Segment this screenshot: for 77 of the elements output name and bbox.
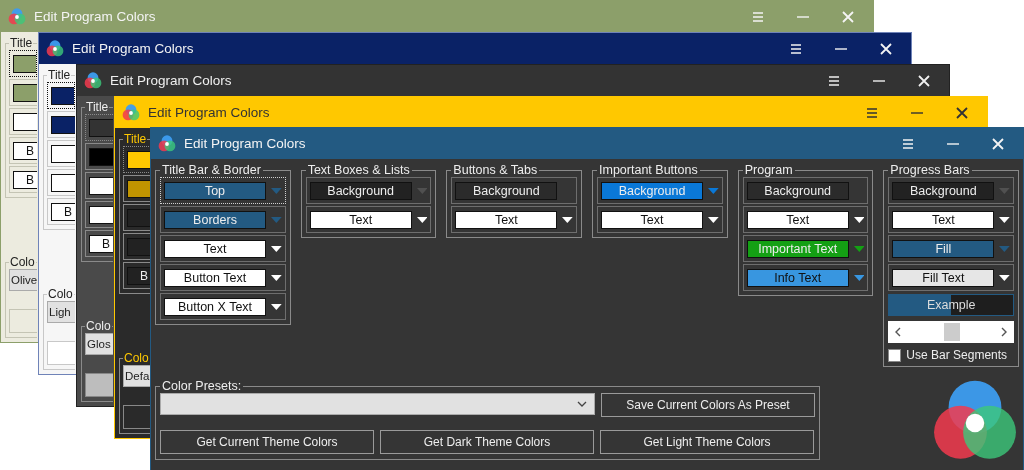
checkbox[interactable] [888, 348, 902, 362]
color-swatch-button[interactable]: Text [164, 239, 266, 258]
menu-icon[interactable] [866, 106, 878, 119]
color-swatch-button[interactable]: Button X Text [164, 297, 266, 316]
scrollbar-drawing[interactable] [888, 321, 1015, 343]
color-swatch-button[interactable]: B [13, 141, 37, 160]
theme-colors-button[interactable]: Get Light Theme Colors [600, 430, 814, 454]
color-swatch-button[interactable]: B [89, 234, 113, 253]
color-swatch-button[interactable]: Info Text [746, 268, 849, 287]
theme-colors-button[interactable]: Get Dark Theme Colors [380, 430, 594, 454]
group-label: Title [9, 36, 34, 50]
close-icon[interactable] [956, 106, 968, 119]
dropdown-arrow-icon[interactable] [708, 216, 719, 223]
group-label: Title Bar & Border [161, 163, 262, 177]
color-swatch-button[interactable]: Background [892, 181, 995, 200]
overlapping-circles-icon [158, 134, 176, 153]
color-swatch-button[interactable]: Background [601, 181, 703, 200]
title-bar[interactable]: Edit Program Colors [39, 33, 911, 64]
group-label: Important Buttons [598, 163, 699, 177]
color-swatch-button[interactable]: Text [601, 210, 703, 229]
dropdown-arrow-icon[interactable] [271, 274, 282, 281]
save-preset-button[interactable]: Save Current Colors As Preset [601, 393, 815, 417]
preset-dropdown[interactable]: Olive [9, 269, 37, 291]
dropdown-arrow-icon[interactable] [562, 216, 573, 223]
chevron-down-icon[interactable] [577, 401, 587, 407]
preset-dropdown[interactable]: Ligh [47, 301, 75, 323]
progress-label: Example [925, 298, 977, 312]
group-label: Colo [123, 351, 150, 365]
dropdown-arrow-icon[interactable] [999, 274, 1011, 281]
color-swatch-button[interactable]: Button Text [164, 268, 266, 287]
preset-dropdown[interactable]: Defa [123, 365, 151, 387]
preset-button[interactable] [123, 405, 151, 429]
group-label: Title [47, 68, 72, 82]
window-title: Edit Program Colors [34, 9, 157, 24]
color-swatch-button[interactable]: Background [455, 181, 558, 200]
color-swatch-button[interactable]: Background [309, 181, 412, 200]
group-label: Title [123, 132, 148, 146]
group-label: Progress Bars [889, 163, 971, 177]
color-swatch-button[interactable]: B [51, 202, 75, 221]
group-label: Program [743, 163, 794, 177]
window-title: Edit Program Colors [148, 105, 271, 120]
group-label: Title [85, 100, 110, 114]
group-label: Color Presets: [161, 379, 243, 393]
title-bar[interactable]: Edit Program Colors [151, 128, 1023, 159]
overlapping-circles-icon [122, 103, 140, 122]
dropdown-arrow-icon[interactable] [853, 216, 865, 223]
window-title: Edit Program Colors [184, 136, 307, 151]
color-swatch-button[interactable]: Borders [164, 210, 266, 229]
color-swatch-button[interactable]: Text [455, 210, 558, 229]
title-bar[interactable]: Edit Program Colors [77, 65, 949, 96]
color-swatch-button[interactable]: Text [746, 210, 849, 229]
color-swatch-button[interactable]: B [127, 266, 151, 285]
overlapping-circles-icon [46, 39, 64, 58]
color-swatch-button[interactable]: Background [746, 181, 849, 200]
color-swatch-button[interactable]: Fill Text [892, 268, 995, 287]
color-swatch-button[interactable]: Fill [892, 239, 995, 258]
color-swatch-button[interactable]: B [13, 170, 37, 189]
theme-colors-button[interactable]: Get Current Theme Colors [160, 430, 374, 454]
overlapping-circles-icon [8, 7, 26, 26]
group-label: Colo [9, 255, 36, 269]
preset-dropdown[interactable]: Glos [85, 333, 113, 355]
overlapping-circles-icon [84, 71, 102, 90]
group-label: Colo [47, 287, 74, 301]
group-label: Text Boxes & Lists [306, 163, 411, 177]
dropdown-arrow-icon[interactable] [271, 303, 282, 310]
checkbox-label: Use Bar Segments [906, 348, 1008, 362]
dropdown-arrow-icon[interactable] [416, 216, 428, 223]
window-title: Edit Program Colors [110, 73, 233, 88]
window-title: Edit Program Colors [72, 41, 195, 56]
color-swatch-button[interactable]: Top [164, 181, 266, 200]
dropdown-arrow-icon[interactable] [999, 216, 1011, 223]
color-swatch-button[interactable]: Text [309, 210, 412, 229]
dropdown-arrow-icon[interactable] [271, 245, 282, 252]
group-label: Buttons & Tabs [452, 163, 539, 177]
color-swatch-button[interactable]: Text [892, 210, 995, 229]
group-label: Colo [85, 319, 112, 333]
title-bar[interactable]: Edit Program Colors [115, 97, 987, 128]
